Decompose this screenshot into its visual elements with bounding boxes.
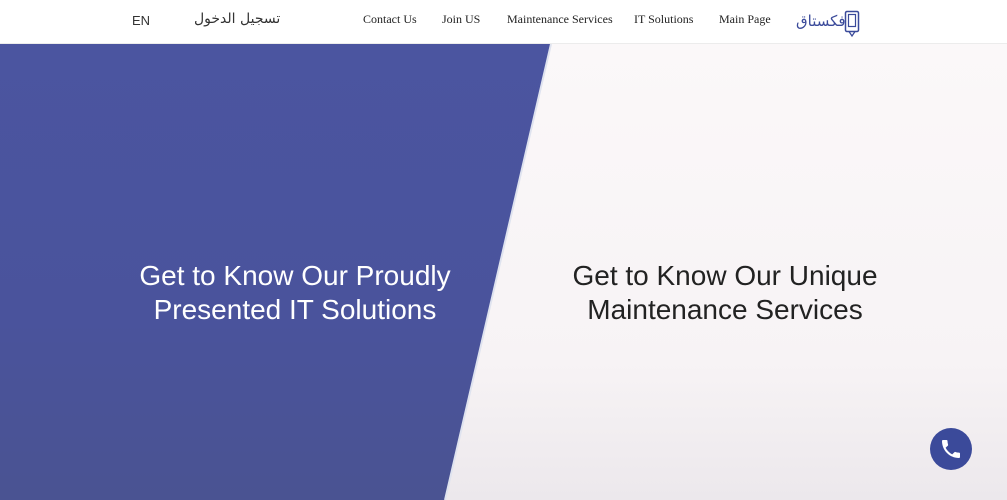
login-link[interactable]: تسجيل الدخول: [194, 11, 280, 27]
nav-maintenance-services[interactable]: Maintenance Services: [507, 12, 613, 27]
maintenance-title[interactable]: Get to Know Our Unique Maintenance Servi…: [560, 259, 890, 327]
phone-icon: [942, 440, 960, 458]
nav-main-page[interactable]: Main Page: [719, 12, 771, 27]
nav-contact-us[interactable]: Contact Us: [363, 12, 417, 27]
nav-it-solutions[interactable]: IT Solutions: [634, 12, 693, 27]
hero-section: Get to Know Our Proudly Presented IT Sol…: [0, 44, 1007, 500]
nav-join-us[interactable]: Join US: [442, 12, 480, 27]
brand-name: فكستاق: [796, 12, 846, 30]
language-toggle[interactable]: EN: [132, 13, 150, 28]
header: EN تسجيل الدخول Contact Us Join US Maint…: [0, 0, 1007, 44]
phone-tablet-icon: [844, 10, 860, 38]
call-button[interactable]: [930, 428, 972, 470]
it-solutions-title[interactable]: Get to Know Our Proudly Presented IT Sol…: [130, 259, 460, 327]
